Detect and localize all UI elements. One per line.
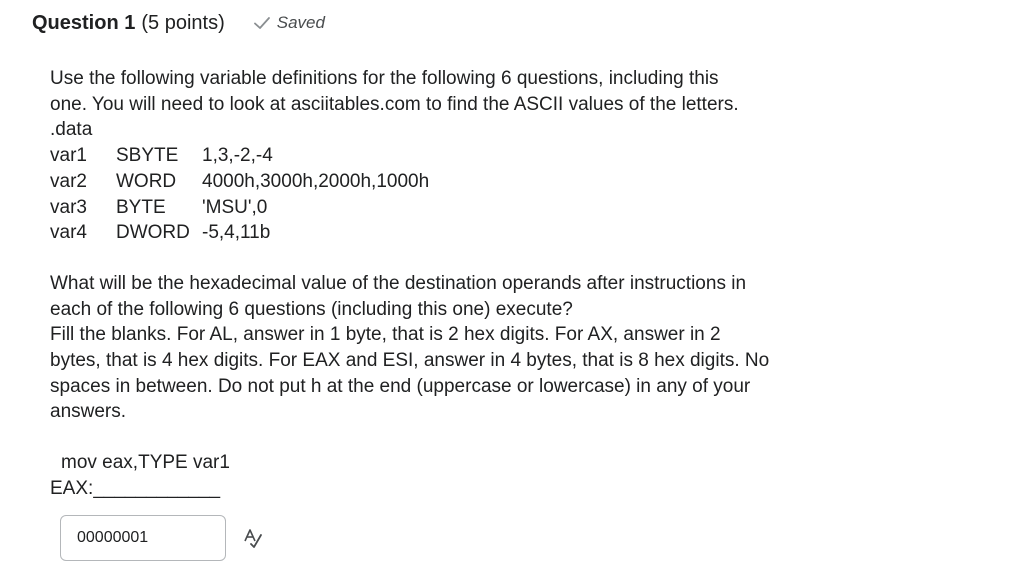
- definition-name: var2: [50, 170, 87, 192]
- saved-label: Saved: [276, 13, 325, 32]
- answer-row: [60, 515, 263, 561]
- instructions-line-2: bytes, that is 4 hex digits. For EAX and…: [50, 350, 770, 372]
- spellcheck-icon[interactable]: [243, 527, 263, 549]
- data-directive: .data: [50, 119, 93, 141]
- intro-line-2: one. You will need to look at asciitable…: [50, 93, 739, 115]
- definition-value: 1,3,-2,-4: [202, 145, 273, 167]
- question-body: Use the following variable definitions f…: [50, 66, 870, 502]
- saved-status: Saved: [253, 13, 325, 33]
- definition-value: 'MSU',0: [202, 196, 268, 218]
- blank-label: EAX:: [50, 477, 94, 499]
- definition-name: var3: [50, 196, 87, 218]
- instructions-line-4: answers.: [50, 401, 127, 423]
- instructions-line-3: spaces in between. Do not put h at the e…: [50, 375, 751, 397]
- instructions-line-1: Fill the blanks. For AL, answer in 1 byt…: [50, 324, 721, 346]
- definition-name: var4: [50, 222, 87, 244]
- checkmark-icon: [253, 15, 271, 31]
- question-title: Question 1: [32, 11, 136, 34]
- instruction-line: mov eax,TYPE var1: [61, 452, 230, 474]
- definition-row: var3 BYTE 'MSU',0: [50, 195, 870, 221]
- question-points: (5 points): [141, 11, 225, 34]
- prompt-line-2: each of the following 6 questions (inclu…: [50, 298, 573, 320]
- definition-row: var2 WORD 4000h,3000h,2000h,1000h: [50, 169, 870, 195]
- question-header: Question 1 (5 points) Saved: [32, 10, 325, 36]
- blank-prompt: EAX:____________: [50, 476, 870, 502]
- intro-line-1: Use the following variable definitions f…: [50, 68, 719, 89]
- definition-type: BYTE: [116, 196, 166, 218]
- blank-line: ____________: [93, 477, 221, 499]
- definition-name: var1: [50, 145, 87, 167]
- definition-row: var4 DWORD -5,4,11b: [50, 220, 870, 246]
- prompt-line-1: What will be the hexadecimal value of th…: [50, 272, 747, 294]
- answer-input[interactable]: [60, 515, 226, 561]
- definition-type: SBYTE: [116, 145, 179, 167]
- definition-row: var1 SBYTE 1,3,-2,-4: [50, 143, 870, 169]
- definition-value: 4000h,3000h,2000h,1000h: [202, 170, 430, 192]
- definition-type: WORD: [116, 170, 177, 192]
- definition-type: DWORD: [116, 222, 190, 244]
- definition-value: -5,4,11b: [202, 222, 271, 244]
